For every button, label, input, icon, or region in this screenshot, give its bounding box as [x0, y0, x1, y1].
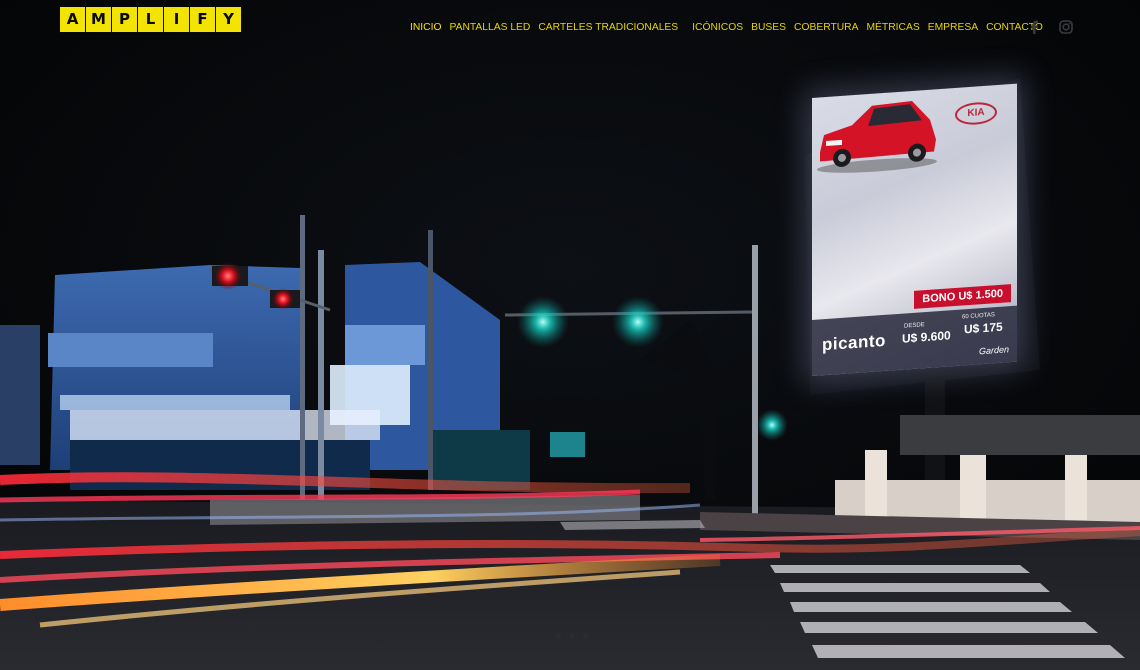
billboard-cuotas-label: 60 CUOTAS: [962, 312, 995, 321]
billboard-dealer: Garden: [978, 344, 1009, 357]
billboard-model: picanto: [822, 330, 886, 355]
slider-dot[interactable]: [555, 633, 561, 639]
logo-letter: P: [112, 7, 137, 32]
car-brand-logo: KIA: [955, 101, 997, 127]
logo-letter: A: [60, 7, 85, 32]
billboard-desde-label: DESDE: [904, 322, 925, 330]
hero-background: KIA BONO U$ 1.500 picanto DESDE U$ 9.600…: [0, 0, 1140, 670]
nav-item-buses[interactable]: BUSES: [747, 20, 790, 35]
facebook-icon[interactable]: [1028, 20, 1042, 34]
nav-item-cobertura[interactable]: COBERTURA: [790, 20, 862, 35]
car-image: [817, 101, 937, 173]
slider-dots: [555, 633, 589, 639]
logo-letter: Y: [216, 7, 241, 32]
nav-item-pantallas-led[interactable]: PANTALLAS LED: [445, 20, 534, 35]
nav-item-carteles-tradicionales[interactable]: CARTELES TRADICIONALES: [534, 20, 682, 35]
instagram-icon[interactable]: [1059, 20, 1073, 34]
billboard-bono: BONO U$ 1.500: [914, 284, 1011, 309]
site-header: A M P L I F Y INICIO PANTALLAS LED CARTE…: [0, 0, 1140, 55]
led-billboard: KIA BONO U$ 1.500 picanto DESDE U$ 9.600…: [812, 83, 1017, 376]
nav-item-metricas[interactable]: MÉTRICAS: [862, 20, 923, 35]
logo-letter: F: [190, 7, 215, 32]
nav-item-inicio[interactable]: INICIO: [406, 20, 445, 35]
logo-letter: I: [164, 7, 189, 32]
logo-letter: L: [138, 7, 163, 32]
nav-item-empresa[interactable]: EMPRESA: [924, 20, 982, 35]
slider-dot[interactable]: [583, 633, 589, 639]
slider-dot[interactable]: [569, 633, 575, 639]
billboard-desde-price: U$ 9.600: [902, 328, 951, 346]
logo-letter: M: [86, 7, 111, 32]
amplify-logo[interactable]: A M P L I F Y: [60, 7, 241, 32]
main-nav: INICIO PANTALLAS LED CARTELES TRADICIONA…: [406, 20, 1047, 35]
billboard-cuotas-price: U$ 175: [964, 319, 1003, 337]
nav-item-iconicos[interactable]: ICÓNICOS: [688, 20, 747, 35]
